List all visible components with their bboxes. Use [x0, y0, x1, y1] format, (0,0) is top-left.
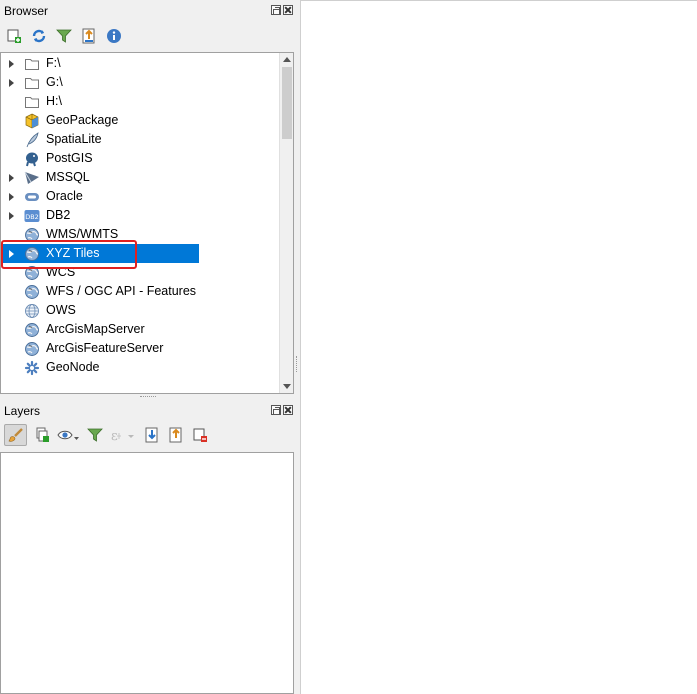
filter-legend-button[interactable] — [85, 426, 104, 445]
oracle-icon — [24, 189, 40, 205]
tree-item-label: ArcGisFeatureServer — [46, 341, 164, 355]
tree-item-label: OWS — [46, 303, 76, 317]
eye-icon — [57, 430, 79, 440]
filter-legend-by-expression-button[interactable]: ε — [109, 426, 137, 445]
layers-close-button[interactable] — [283, 405, 293, 415]
properties-button[interactable] — [104, 26, 123, 45]
tree-item-postgis[interactable]: PostGIS — [1, 149, 281, 168]
tree-item-label: WMS/WMTS — [46, 227, 119, 241]
db2-icon: DB2 — [24, 208, 40, 224]
expand-arrow-icon[interactable] — [9, 60, 14, 68]
tree-item-arcgisfeatureserver[interactable]: ArcGisFeatureServer — [1, 339, 281, 358]
mssql-icon — [24, 170, 40, 186]
dock-vertical-splitter-handle[interactable] — [296, 356, 298, 372]
geonode-icon — [24, 360, 40, 376]
tree-item-oracle[interactable]: Oracle — [1, 187, 281, 206]
collapse-all-layers-button[interactable] — [166, 426, 185, 445]
expand-all-button[interactable] — [142, 426, 161, 445]
folder-icon — [24, 75, 40, 91]
browser-panel-title: Browser — [4, 4, 49, 18]
manage-map-themes-button[interactable] — [56, 426, 80, 445]
tree-item-label: Oracle — [46, 189, 83, 203]
tree-item-f[interactable]: F:\ — [1, 54, 281, 73]
refresh-button[interactable] — [29, 26, 48, 45]
collapse-all-button[interactable] — [79, 26, 98, 45]
layers-toolbar: ε — [4, 424, 209, 446]
geopackage-icon — [24, 113, 40, 129]
tree-item-label: PostGIS — [46, 151, 93, 165]
globe-icon — [24, 322, 40, 338]
spatialite-icon — [24, 132, 40, 148]
tree-item-label: DB2 — [46, 208, 71, 222]
remove-layer-button[interactable] — [190, 426, 209, 445]
tree-item-g[interactable]: G:\ — [1, 73, 281, 92]
tree-item-label: F:\ — [46, 56, 61, 70]
expand-arrow-icon[interactable] — [9, 174, 14, 182]
paintbrush-icon — [7, 428, 23, 442]
collapse-all-icon — [82, 28, 94, 43]
tree-item-mssql[interactable]: MSSQL — [1, 168, 281, 187]
add-layer-icon — [7, 29, 21, 43]
add-group-button[interactable] — [32, 426, 51, 445]
tree-item-label: SpatiaLite — [46, 132, 102, 146]
browser-close-button[interactable] — [283, 5, 293, 15]
tree-item-label: GeoNode — [46, 360, 100, 374]
tree-item-label: H:\ — [46, 94, 62, 108]
xyz-tiles-highlight-annotation — [1, 240, 137, 269]
expand-all-icon — [145, 427, 157, 443]
browser-float-button[interactable] — [271, 5, 281, 15]
scroll-up-arrow-icon[interactable] — [283, 57, 291, 62]
filter-icon — [86, 428, 103, 442]
layers-panel-controls — [271, 405, 293, 415]
dock-splitter-handle[interactable] — [140, 396, 156, 398]
tree-item-label: GeoPackage — [46, 113, 119, 127]
tree-item-arcgismapserver[interactable]: ArcGisMapServer — [1, 320, 281, 339]
filter-browser-button[interactable] — [54, 26, 73, 45]
open-layer-styling-button[interactable] — [4, 424, 27, 446]
layers-tree[interactable] — [0, 452, 294, 694]
add-group-icon — [36, 427, 49, 442]
tree-item-geonode[interactable]: GeoNode — [1, 358, 281, 377]
browser-panel: Browser F:\ G:\ H:\ GeoPackage SpatiaLite P — [0, 0, 298, 398]
browser-vertical-scrollbar[interactable] — [279, 53, 293, 393]
svg-text:ε: ε — [111, 429, 118, 443]
browser-toolbar — [4, 26, 123, 45]
filter-icon — [55, 29, 72, 43]
scroll-down-arrow-icon[interactable] — [283, 384, 291, 389]
expression-filter-icon: ε — [111, 429, 134, 443]
tree-item-db2[interactable]: DB2 DB2 — [1, 206, 281, 225]
refresh-icon — [32, 29, 45, 42]
expand-arrow-icon[interactable] — [9, 193, 14, 201]
tree-item-geopackage[interactable]: GeoPackage — [1, 111, 281, 130]
layers-float-button[interactable] — [271, 405, 281, 415]
tree-item-h[interactable]: H:\ — [1, 92, 281, 111]
globe-icon — [24, 341, 40, 357]
tree-item-label: ArcGisMapServer — [46, 322, 145, 336]
tree-item-label: MSSQL — [46, 170, 90, 184]
globe-icon — [24, 284, 40, 300]
tree-item-wfs-ogc-api-features[interactable]: WFS / OGC API - Features — [1, 282, 281, 301]
add-selected-layers-button[interactable] — [4, 26, 23, 45]
folder-icon — [24, 56, 40, 72]
browser-tree[interactable]: F:\ G:\ H:\ GeoPackage SpatiaLite PostGIS MSSQ… — [0, 52, 294, 394]
expand-arrow-icon[interactable] — [9, 79, 14, 87]
info-icon — [106, 28, 121, 43]
map-canvas[interactable] — [300, 0, 697, 694]
svg-text:DB2: DB2 — [25, 213, 39, 221]
collapse-all-icon — [169, 427, 181, 443]
qgis-window: Browser F:\ G:\ H:\ GeoPackage SpatiaLite P — [0, 0, 697, 694]
tree-item-ows[interactable]: OWS — [1, 301, 281, 320]
layers-panel-title: Layers — [4, 404, 41, 418]
tree-item-label: G:\ — [46, 75, 63, 89]
globe-outline-icon — [24, 303, 40, 319]
postgis-icon — [24, 151, 40, 167]
tree-item-label: WFS / OGC API - Features — [46, 284, 197, 298]
browser-panel-controls — [271, 5, 293, 15]
tree-item-spatialite[interactable]: SpatiaLite — [1, 130, 281, 149]
expand-arrow-icon[interactable] — [9, 212, 14, 220]
folder-icon — [24, 94, 40, 110]
remove-layer-icon — [193, 428, 207, 442]
scroll-thumb[interactable] — [282, 67, 292, 139]
